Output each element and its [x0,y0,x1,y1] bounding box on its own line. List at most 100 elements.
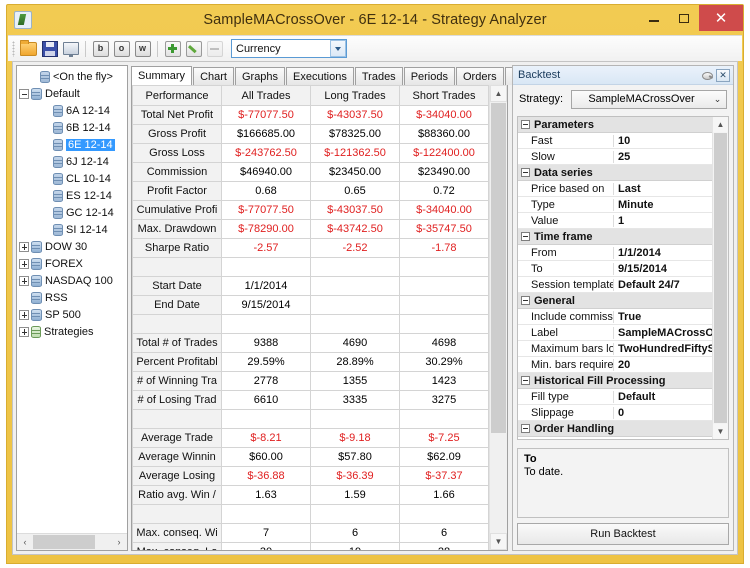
collapse-icon[interactable] [521,120,530,129]
table-row[interactable]: Commission $46940.00 $23450.00 $23490.00 [132,162,489,182]
summary-grid[interactable]: Performance All Trades Long Trades Short Tr… [132,85,489,550]
tree-item[interactable]: RSS [19,289,127,306]
tree-item[interactable]: 6A 12-14 [19,102,127,119]
collapse-icon[interactable] [521,232,530,241]
property-value[interactable]: Default 24/7 [614,279,712,291]
monitor-icon[interactable] [61,39,80,58]
table-row[interactable]: Max. conseq. Lo301928 [132,542,489,550]
title-bar[interactable]: SampleMACrossOver - 6E 12-14 - Strategy … [7,5,743,35]
scroll-thumb[interactable] [491,103,506,433]
property-value[interactable]: 10 [614,135,712,147]
property-row[interactable]: Fast 10 [518,133,712,149]
tree-item[interactable]: FOREX [19,255,127,272]
scroll-thumb[interactable] [33,535,95,549]
expand-icon[interactable] [19,241,29,252]
property-category[interactable]: Historical Fill Processing [518,373,712,389]
tree-item[interactable]: 6B 12-14 [19,119,127,136]
tree-horizontal-scrollbar[interactable]: ‹ › [17,533,127,550]
table-row[interactable]: Gross Loss $-243762.50 $-121362.50 $-122400… [132,143,489,163]
tree-item[interactable]: 6J 12-14 [19,153,127,170]
tab-executions[interactable]: Executions [286,67,354,85]
column-header[interactable]: Short Trades [399,85,489,106]
property-row[interactable]: Fill type Default [518,389,712,405]
table-row[interactable]: Gross Profit $166685.00 $78325.00 $88360.00 [132,124,489,144]
instrument-tree[interactable]: <On the fly> Default 6A 12-14 6B 12-14 6E 12… [17,66,127,533]
close-button[interactable]: ✕ [699,5,743,31]
close-icon[interactable]: ✕ [716,68,730,82]
table-row[interactable] [132,257,489,277]
tree-item[interactable]: Default [19,85,127,102]
table-row[interactable]: Ratio avg. Win /1.63 1.59 1.66 [132,485,489,505]
table-row[interactable]: Max. conseq. Wi 7 6 6 [132,523,489,543]
table-row[interactable]: Total Net Profit $-77077.50 $-43037.50 $-34… [132,105,489,125]
basic-icon[interactable]: b [91,39,110,58]
property-row[interactable]: Min. bars required 20 [518,357,712,373]
strategy-dropdown[interactable]: SampleMACrossOver ⌄ [571,89,727,109]
property-row[interactable]: Slow 25 [518,149,712,165]
table-row[interactable]: Average Losing $-36.88 $-36.39 $-37.37 [132,466,489,486]
property-row[interactable]: Type Minute [518,197,712,213]
chevron-down-icon[interactable] [329,40,346,57]
tree-item[interactable]: NASDAQ 100 [19,272,127,289]
table-row[interactable]: Sharpe Ratio -2.57 -2.52 -1.78 [132,238,489,258]
property-value[interactable]: 1 [614,215,712,227]
table-row[interactable]: Total # of Trades 9388 4690 4698 [132,333,489,353]
tab-summary[interactable]: Summary [131,66,193,86]
table-row[interactable]: Average Trade $-8.21 $-9.18 $-7.25 [132,428,489,448]
tab-trades[interactable]: Trades [354,67,403,85]
currency-dropdown[interactable]: Currency [231,39,347,58]
scroll-track[interactable] [95,534,111,550]
collapse-icon[interactable] [521,296,530,305]
expand-icon[interactable] [19,258,29,269]
collapse-icon[interactable] [521,424,530,433]
properties-grid[interactable]: Parameters Fast 10 Slow 25 Data series Price b… [518,117,712,439]
property-row[interactable]: Maximum bars looTwoHundredFiftySix [518,341,712,357]
tab-periods[interactable]: Periods [403,67,455,85]
property-row[interactable]: Price based on Last [518,181,712,197]
property-value[interactable]: Last [614,183,712,195]
expand-icon[interactable] [19,275,29,286]
property-value[interactable]: Default [614,391,712,403]
scroll-up-button[interactable]: ▲ [490,85,507,102]
maximize-button[interactable] [669,5,699,31]
tree-item[interactable]: SI 12-14 [19,221,127,238]
collapse-icon[interactable] [19,88,29,99]
property-value[interactable]: 9/15/2014 [614,263,712,275]
property-row[interactable]: Session template Default 24/7 [518,277,712,293]
property-value[interactable]: SampleMACrossOver [614,327,712,339]
tree-item[interactable]: SP 500 [19,306,127,323]
chevron-down-icon[interactable]: ⌄ [709,94,726,105]
table-row[interactable]: Start Date 1/1/2014 [132,276,489,296]
property-value[interactable]: True [614,311,712,323]
scroll-right-button[interactable]: › [111,534,127,550]
table-row[interactable]: Average Winnin $60.00 $57.80 $62.09 [132,447,489,467]
scroll-track[interactable] [490,434,507,533]
properties-vertical-scrollbar[interactable]: ▲ ▼ [712,117,728,439]
tree-item[interactable]: <On the fly> [19,68,127,85]
tree-item[interactable]: 6E 12-14 [19,136,127,153]
property-value[interactable]: 1/1/2014 [614,247,712,259]
property-value[interactable]: 20 [614,359,712,371]
table-row[interactable]: Profit Factor 0.68 0.65 0.72 [132,181,489,201]
property-category[interactable]: Time frame [518,229,712,245]
property-value[interactable]: 1 [614,439,712,440]
scroll-up-button[interactable]: ▲ [713,117,728,132]
scroll-thumb[interactable] [714,132,727,424]
scroll-down-button[interactable]: ▼ [713,424,728,439]
collapse-icon[interactable] [521,168,530,177]
property-row[interactable]: Slippage 0 [518,405,712,421]
tree-item[interactable]: ES 12-14 [19,187,127,204]
column-header[interactable]: All Trades [221,85,311,106]
tree-item[interactable]: CL 10-14 [19,170,127,187]
add-icon[interactable] [163,39,182,58]
tree-item[interactable]: Strategies [19,323,127,340]
collapse-icon[interactable] [521,376,530,385]
column-header[interactable]: Performance [132,85,222,106]
tab-chart[interactable]: Chart [193,67,234,85]
optimize-icon[interactable]: o [112,39,131,58]
table-row[interactable]: Cumulative Profi $-77077.50 $-43037.50 $-34… [132,200,489,220]
tree-item[interactable]: GC 12-14 [19,204,127,221]
column-header[interactable]: Long Trades [310,85,400,106]
save-icon[interactable] [40,39,59,58]
table-row[interactable]: End Date 9/15/2014 [132,295,489,315]
